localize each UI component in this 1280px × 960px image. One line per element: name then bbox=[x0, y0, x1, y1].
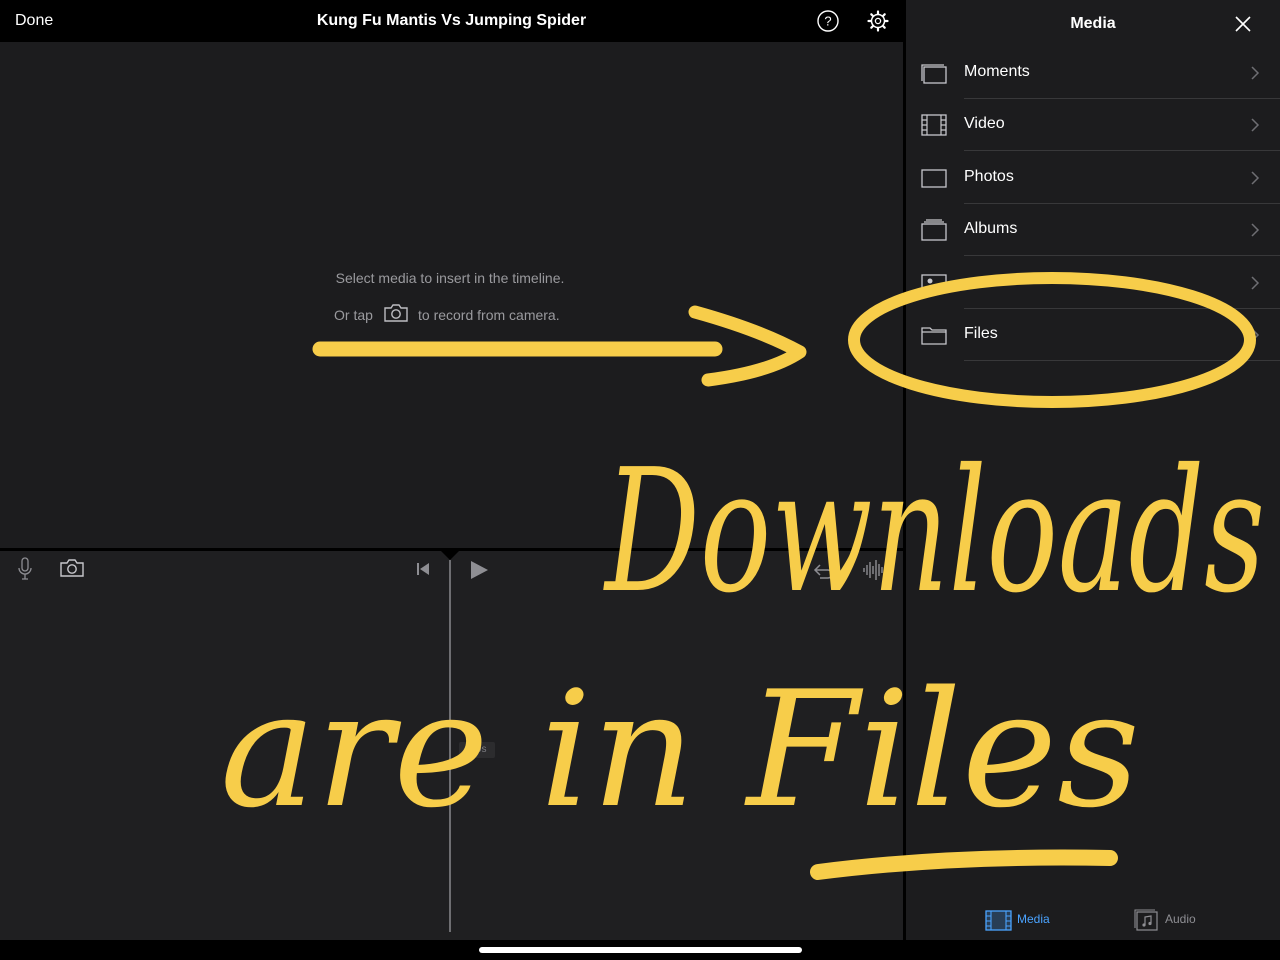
tab-label: Audio bbox=[1165, 912, 1196, 926]
timeline[interactable] bbox=[0, 551, 903, 940]
media-item-files[interactable]: Files bbox=[906, 309, 1280, 361]
close-icon[interactable] bbox=[1233, 14, 1253, 34]
play-icon[interactable] bbox=[468, 559, 490, 581]
media-item-label: Video bbox=[964, 115, 1005, 132]
divider bbox=[964, 150, 1280, 151]
camera-icon[interactable] bbox=[59, 558, 85, 578]
media-item-albums[interactable]: Albums bbox=[906, 204, 1280, 256]
media-item-label: Moments bbox=[964, 63, 1030, 80]
chevron-right-icon bbox=[1250, 275, 1260, 291]
albums-icon bbox=[920, 218, 948, 242]
viewer-hint-record: to record from camera. bbox=[418, 307, 560, 323]
video-viewer bbox=[0, 42, 903, 548]
media-panel-title: Media bbox=[1070, 15, 1116, 32]
viewer-hint-or: Or tap bbox=[334, 307, 373, 323]
divider bbox=[964, 360, 1280, 361]
skip-back-icon[interactable] bbox=[415, 561, 431, 577]
question-circle-icon[interactable]: ? bbox=[817, 10, 839, 32]
undo-icon[interactable] bbox=[812, 560, 834, 580]
home-indicator[interactable] bbox=[479, 947, 802, 953]
film-icon bbox=[920, 113, 948, 137]
media-item-video[interactable]: Video bbox=[906, 99, 1280, 151]
chevron-right-icon bbox=[1250, 327, 1260, 343]
chevron-right-icon bbox=[1250, 65, 1260, 81]
tab-audio[interactable]: Audio bbox=[1133, 906, 1208, 934]
moments-icon bbox=[920, 61, 948, 85]
photo-icon bbox=[920, 166, 948, 190]
people-album-icon bbox=[920, 271, 948, 295]
film-strip-icon bbox=[985, 908, 1012, 937]
chevron-right-icon bbox=[1250, 170, 1260, 186]
playhead bbox=[449, 560, 451, 932]
media-item-label: Files bbox=[964, 325, 998, 342]
chevron-right-icon bbox=[1250, 222, 1260, 238]
project-title: Kung Fu Mantis Vs Jumping Spider bbox=[316, 12, 587, 29]
tab-media[interactable]: Media bbox=[985, 906, 1060, 934]
media-item-people[interactable] bbox=[906, 257, 1280, 309]
time-label: 0.0s bbox=[459, 742, 495, 758]
camera-icon bbox=[383, 303, 409, 323]
media-item-photos[interactable]: Photos bbox=[906, 152, 1280, 204]
media-item-label: Albums bbox=[964, 220, 1018, 237]
microphone-icon[interactable] bbox=[17, 557, 33, 581]
playhead-marker bbox=[440, 550, 460, 560]
tab-label: Media bbox=[1017, 912, 1050, 926]
svg-text:?: ? bbox=[824, 14, 831, 29]
viewer-hint: Select media to insert in the timeline. bbox=[335, 270, 565, 286]
media-item-label: Photos bbox=[964, 168, 1014, 185]
media-item-moments[interactable]: Moments bbox=[906, 47, 1280, 99]
divider bbox=[964, 255, 1280, 256]
folder-icon bbox=[920, 323, 948, 347]
gear-icon[interactable] bbox=[867, 10, 889, 32]
chevron-right-icon bbox=[1250, 117, 1260, 133]
audio-waveform-icon[interactable] bbox=[862, 559, 886, 581]
music-note-icon bbox=[1133, 908, 1159, 937]
